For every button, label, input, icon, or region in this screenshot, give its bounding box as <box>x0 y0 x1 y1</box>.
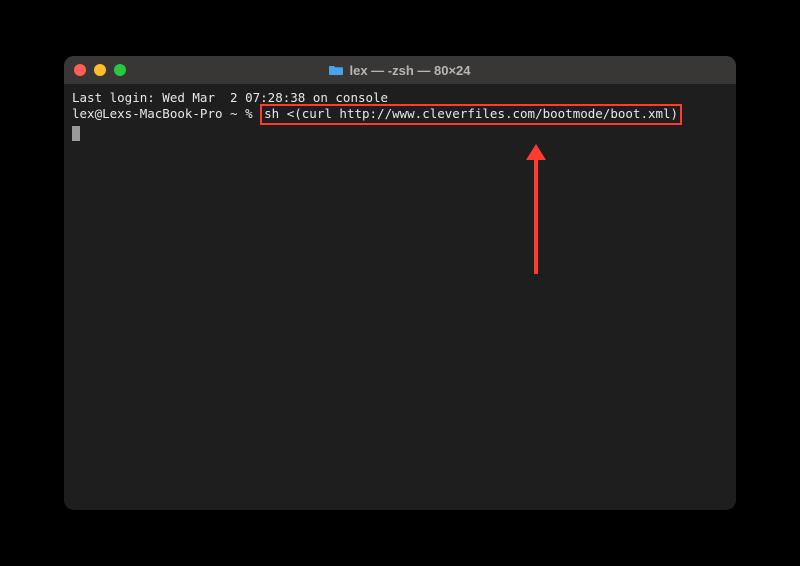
prompt-line: lex@Lexs-MacBook-Pro ~ % sh <(curl http:… <box>72 106 728 124</box>
traffic-lights <box>74 64 126 76</box>
titlebar[interactable]: lex — -zsh — 80×24 <box>64 56 736 84</box>
terminal-window: lex — -zsh — 80×24 Last login: Wed Mar 2… <box>64 56 736 510</box>
arrow-annotation <box>521 144 551 278</box>
shell-prompt: lex@Lexs-MacBook-Pro ~ % <box>72 106 260 122</box>
folder-icon <box>329 64 343 76</box>
terminal-cursor <box>72 126 80 141</box>
maximize-button[interactable] <box>114 64 126 76</box>
minimize-button[interactable] <box>94 64 106 76</box>
window-title-container: lex — -zsh — 80×24 <box>64 63 736 78</box>
terminal-body[interactable]: Last login: Wed Mar 2 07:28:38 on consol… <box>64 84 736 510</box>
cursor-line <box>72 125 728 141</box>
close-button[interactable] <box>74 64 86 76</box>
highlighted-command: sh <(curl http://www.cleverfiles.com/boo… <box>260 104 682 124</box>
window-title: lex — -zsh — 80×24 <box>349 63 470 78</box>
